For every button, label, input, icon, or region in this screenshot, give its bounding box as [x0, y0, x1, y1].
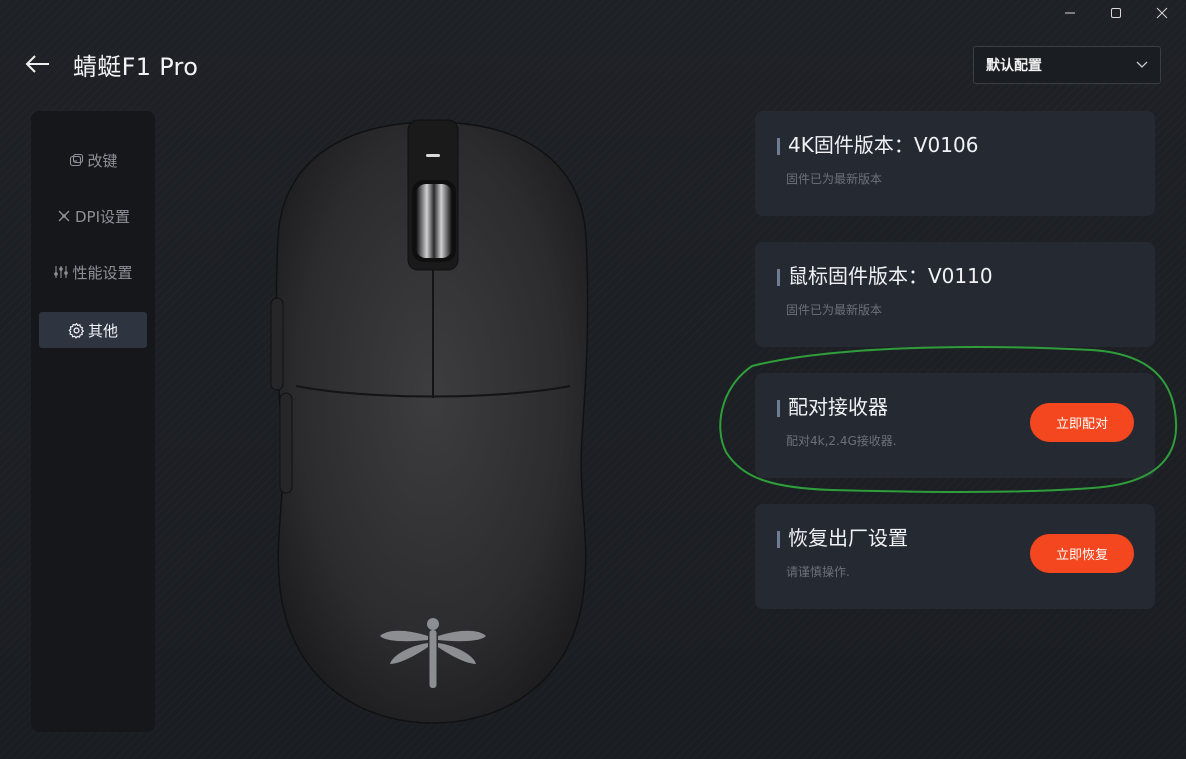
- close-icon: [1156, 7, 1168, 19]
- back-arrow-icon: [25, 55, 49, 73]
- maximize-icon: [1111, 8, 1121, 18]
- remap-icon: [68, 152, 84, 168]
- card-title: 恢复出厂设置: [777, 526, 908, 550]
- sidebar-item-remap[interactable]: 改键: [39, 142, 147, 178]
- card-subtitle: 固件已为最新版本: [786, 303, 883, 317]
- back-button[interactable]: [22, 48, 54, 80]
- card-pair-receiver: 配对接收器 配对4k,2.4G接收器. 立即配对: [755, 373, 1155, 478]
- sidebar-item-label: 其他: [87, 321, 118, 340]
- sidebar-item-other[interactable]: 其他: [39, 312, 147, 348]
- minimize-button[interactable]: [1046, 0, 1094, 26]
- reset-now-button[interactable]: 立即恢复: [1030, 534, 1134, 573]
- dpi-icon: [56, 208, 72, 224]
- card-subtitle: 配对4k,2.4G接收器.: [786, 434, 897, 448]
- chevron-down-icon: [1136, 61, 1148, 69]
- card-title: 鼠标固件版本：V0110: [777, 264, 993, 288]
- gear-icon: [68, 322, 85, 339]
- sidebar-item-performance[interactable]: 性能设置: [39, 254, 147, 290]
- app-window: 蜻蜓F1 Pro 默认配置 改键 DPI设置 性能设置 其他 4K固件版本：V0…: [0, 0, 1186, 759]
- profile-dropdown-value: 默认配置: [986, 58, 1042, 74]
- performance-icon: [53, 264, 69, 280]
- page-title: 蜻蜓F1 Pro: [73, 53, 199, 81]
- sidebar-item-label: 性能设置: [72, 263, 133, 282]
- sidebar-item-label: DPI设置: [74, 207, 131, 226]
- card-title: 配对接收器: [777, 395, 888, 419]
- profile-dropdown[interactable]: 默认配置: [973, 46, 1161, 84]
- card-mouse-firmware: 鼠标固件版本：V0110 固件已为最新版本: [755, 242, 1155, 347]
- pair-now-button[interactable]: 立即配对: [1030, 403, 1134, 442]
- sidebar: 改键 DPI设置 性能设置 其他: [31, 111, 155, 732]
- mouse-image: [268, 118, 598, 728]
- maximize-button[interactable]: [1092, 0, 1140, 26]
- card-4k-firmware: 4K固件版本：V0106 固件已为最新版本: [755, 111, 1155, 216]
- card-subtitle: 固件已为最新版本: [786, 172, 883, 186]
- close-button[interactable]: [1138, 0, 1186, 26]
- sidebar-item-label: 改键: [87, 151, 118, 170]
- card-subtitle: 请谨慎操作.: [786, 565, 850, 579]
- sidebar-item-dpi[interactable]: DPI设置: [39, 198, 147, 234]
- card-factory-reset: 恢复出厂设置 请谨慎操作. 立即恢复: [755, 504, 1155, 609]
- minimize-icon: [1065, 12, 1075, 14]
- card-title: 4K固件版本：V0106: [777, 133, 978, 157]
